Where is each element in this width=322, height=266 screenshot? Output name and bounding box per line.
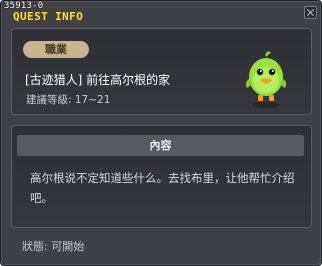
quest-info-panel: 職業 [古迹猎人] 前往高尔根的家 建議等級: 17~21 xyxy=(11,28,312,115)
quest-content-panel: 內容 高尔根说不定知道些什么。去找布里，让他帮忙介绍吧。 xyxy=(11,125,312,228)
window-title: QUEST INFO xyxy=(13,10,84,23)
content-header: 內容 xyxy=(17,135,304,156)
recommended-level: 建議等級: 17~21 xyxy=(26,94,111,106)
green-chick-icon xyxy=(245,51,287,108)
quest-info-window: 35913-0 QUEST INFO 職業 [古迹猎人] 前往高尔根的家 建議等… xyxy=(0,0,322,266)
close-button[interactable] xyxy=(304,6,317,19)
job-badge: 職業 xyxy=(23,41,89,58)
content-body: 高尔根说不定知道些什么。去找布里，让他帮忙介绍吧。 xyxy=(30,171,295,205)
quest-status: 狀態: 可開始 xyxy=(22,240,85,253)
quest-name: [古迹猎人] 前往高尔根的家 xyxy=(25,73,171,87)
